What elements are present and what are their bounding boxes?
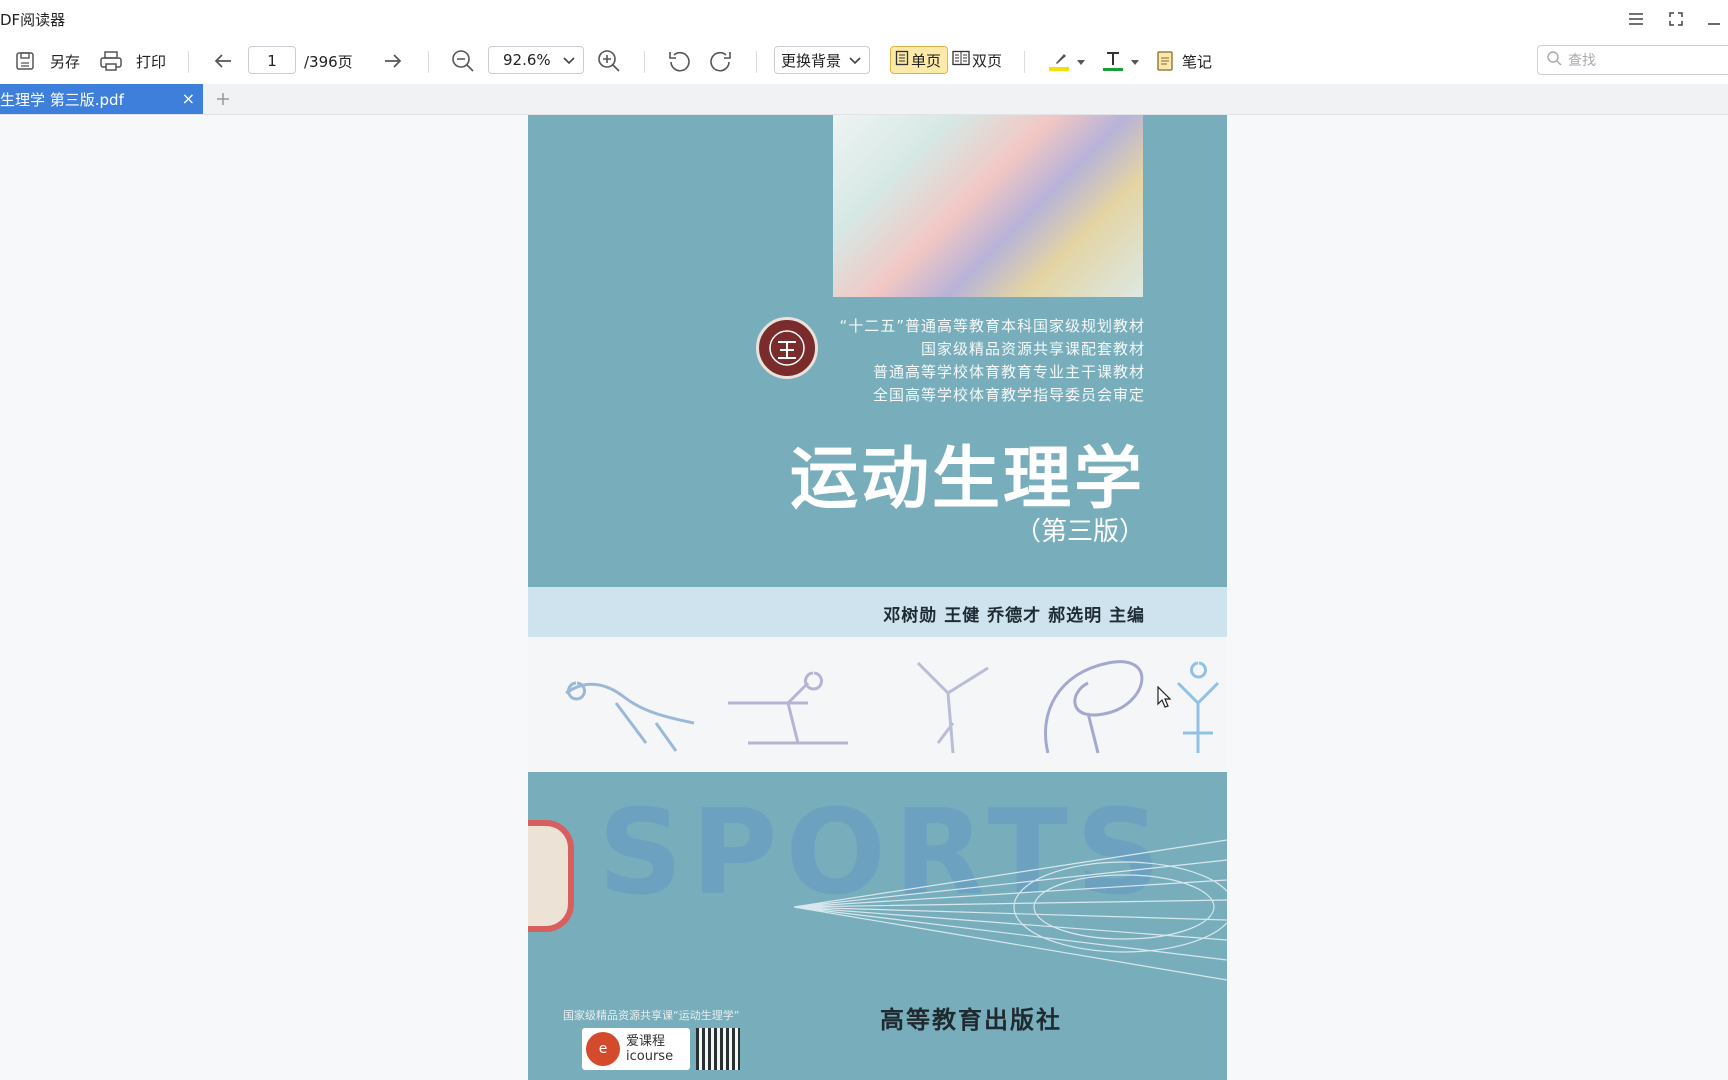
series-info: “十二五”普通高等教育本科国家级规划教材 国家级精品资源共享课配套教材 普通高等… bbox=[839, 315, 1145, 407]
chevron-down-icon bbox=[847, 51, 863, 73]
minimize-icon[interactable] bbox=[1700, 6, 1728, 32]
divider bbox=[1024, 51, 1025, 73]
print-label: 打印 bbox=[136, 52, 167, 71]
search-placeholder: 查找 bbox=[1568, 53, 1596, 69]
book-authors: 邓树勋 王健 乔德才 郝选明 主编 bbox=[883, 606, 1145, 626]
save-as-button[interactable]: 另存 bbox=[12, 38, 80, 84]
double-page-button[interactable]: 双页 bbox=[950, 46, 1012, 74]
zoom-out-icon bbox=[450, 48, 476, 74]
change-background-label: 更换背景 bbox=[781, 51, 842, 70]
book-title: 运动生理学 bbox=[789, 440, 1145, 519]
chevron-down-icon bbox=[561, 51, 577, 73]
zoom-in-button[interactable] bbox=[596, 38, 622, 84]
text-color-tool-button[interactable] bbox=[1100, 38, 1140, 84]
notes-button[interactable]: 笔记 bbox=[1152, 38, 1212, 84]
close-icon[interactable]: × bbox=[182, 89, 195, 108]
double-page-icon bbox=[952, 50, 970, 70]
plus-icon bbox=[217, 93, 229, 105]
fullscreen-icon[interactable] bbox=[1662, 6, 1690, 32]
ballerina-figure bbox=[1176, 661, 1220, 753]
sport-figures-band bbox=[528, 637, 1227, 772]
toolbar: 另存 打印 1 /396页 92.6% 更换背景 单页 双页 笔记 查找 bbox=[0, 38, 1728, 85]
running-track-graphic bbox=[794, 839, 1227, 981]
search-input[interactable]: 查找 bbox=[1537, 45, 1728, 75]
gymnast-figure bbox=[728, 671, 848, 745]
rotate-left-button[interactable] bbox=[666, 38, 692, 84]
rotate-right-button[interactable] bbox=[708, 38, 734, 84]
double-page-label: 双页 bbox=[972, 51, 1003, 70]
caret-down-icon bbox=[1076, 52, 1086, 70]
menu-icon[interactable] bbox=[1622, 6, 1650, 32]
stretch-figure bbox=[1044, 660, 1144, 754]
page-total: /396页 bbox=[304, 52, 353, 71]
series-emblem bbox=[756, 317, 818, 379]
divider bbox=[428, 51, 429, 73]
highlighter-icon bbox=[1046, 48, 1072, 74]
save-as-label: 另存 bbox=[50, 52, 81, 71]
series-line: “十二五”普通高等教育本科国家级规划教材 bbox=[839, 317, 1145, 335]
course-note: 国家级精品资源共享课“运动生理学” bbox=[563, 1009, 740, 1022]
zoom-value: 92.6% bbox=[503, 51, 551, 69]
tab-bar: 生理学 第三版.pdf × bbox=[0, 84, 1728, 115]
arrow-right-icon bbox=[380, 48, 406, 74]
icourse-en-label: icourse bbox=[626, 1049, 674, 1064]
zoom-out-button[interactable] bbox=[450, 38, 476, 84]
title-bar: DF阅读器 bbox=[0, 0, 1728, 38]
print-button[interactable]: 打印 bbox=[98, 38, 166, 84]
single-page-label: 单页 bbox=[911, 51, 942, 70]
icourse-cn-label: 爱课程 bbox=[626, 1034, 666, 1049]
rotate-ccw-icon bbox=[666, 48, 692, 74]
save-icon bbox=[12, 48, 38, 74]
rotate-cw-icon bbox=[708, 48, 734, 74]
pdf-page: “十二五”普通高等教育本科国家级规划教材 国家级精品资源共享课配套教材 普通高等… bbox=[528, 115, 1227, 1080]
divider bbox=[644, 51, 645, 73]
swimmer-figure bbox=[565, 681, 695, 752]
highlight-tool-button[interactable] bbox=[1046, 38, 1086, 84]
arrow-left-icon bbox=[210, 48, 236, 74]
page-number-input[interactable]: 1 bbox=[248, 46, 296, 74]
book-edition: （第三版） bbox=[1014, 517, 1145, 547]
series-line: 国家级精品资源共享课配套教材 bbox=[920, 340, 1145, 358]
publisher: 高等教育出版社 bbox=[880, 1005, 1062, 1034]
series-line: 全国高等学校体育教学指导委员会审定 bbox=[872, 386, 1145, 404]
note-icon bbox=[1152, 48, 1178, 74]
notes-label: 笔记 bbox=[1182, 52, 1213, 71]
next-page-button[interactable] bbox=[380, 38, 406, 84]
mouse-cursor-icon bbox=[1157, 686, 1171, 708]
divider bbox=[188, 51, 189, 73]
document-tab-label: 生理学 第三版.pdf bbox=[0, 90, 124, 109]
zoom-select[interactable]: 92.6% bbox=[488, 46, 584, 74]
change-background-select[interactable]: 更换背景 bbox=[774, 46, 870, 74]
document-viewer[interactable]: “十二五”普通高等教育本科国家级规划教材 国家级精品资源共享课配套教材 普通高等… bbox=[0, 115, 1728, 1080]
icourse-logo: e 爱课程 icourse bbox=[582, 1028, 690, 1070]
single-page-icon bbox=[895, 50, 909, 70]
single-page-button[interactable]: 单页 bbox=[890, 46, 948, 74]
series-line: 普通高等学校体育教育专业主干课教材 bbox=[872, 363, 1145, 381]
printer-icon bbox=[98, 48, 124, 74]
app-title: DF阅读器 bbox=[0, 11, 66, 29]
add-tab-button[interactable] bbox=[210, 86, 236, 112]
cover-artwork bbox=[833, 115, 1143, 297]
red-badge bbox=[528, 820, 574, 932]
caret-down-icon bbox=[1130, 52, 1140, 70]
text-color-icon bbox=[1100, 48, 1126, 74]
zoom-in-icon bbox=[596, 48, 622, 74]
icourse-emblem-icon: e bbox=[586, 1032, 620, 1066]
document-tab[interactable]: 生理学 第三版.pdf × bbox=[0, 84, 203, 114]
prev-page-button[interactable] bbox=[210, 38, 236, 84]
qr-code bbox=[696, 1028, 740, 1070]
search-icon bbox=[1546, 50, 1562, 70]
dancer-figure bbox=[916, 661, 989, 754]
author-band: 邓树勋 王健 乔德才 郝选明 主编 bbox=[528, 587, 1227, 637]
divider bbox=[756, 51, 757, 73]
